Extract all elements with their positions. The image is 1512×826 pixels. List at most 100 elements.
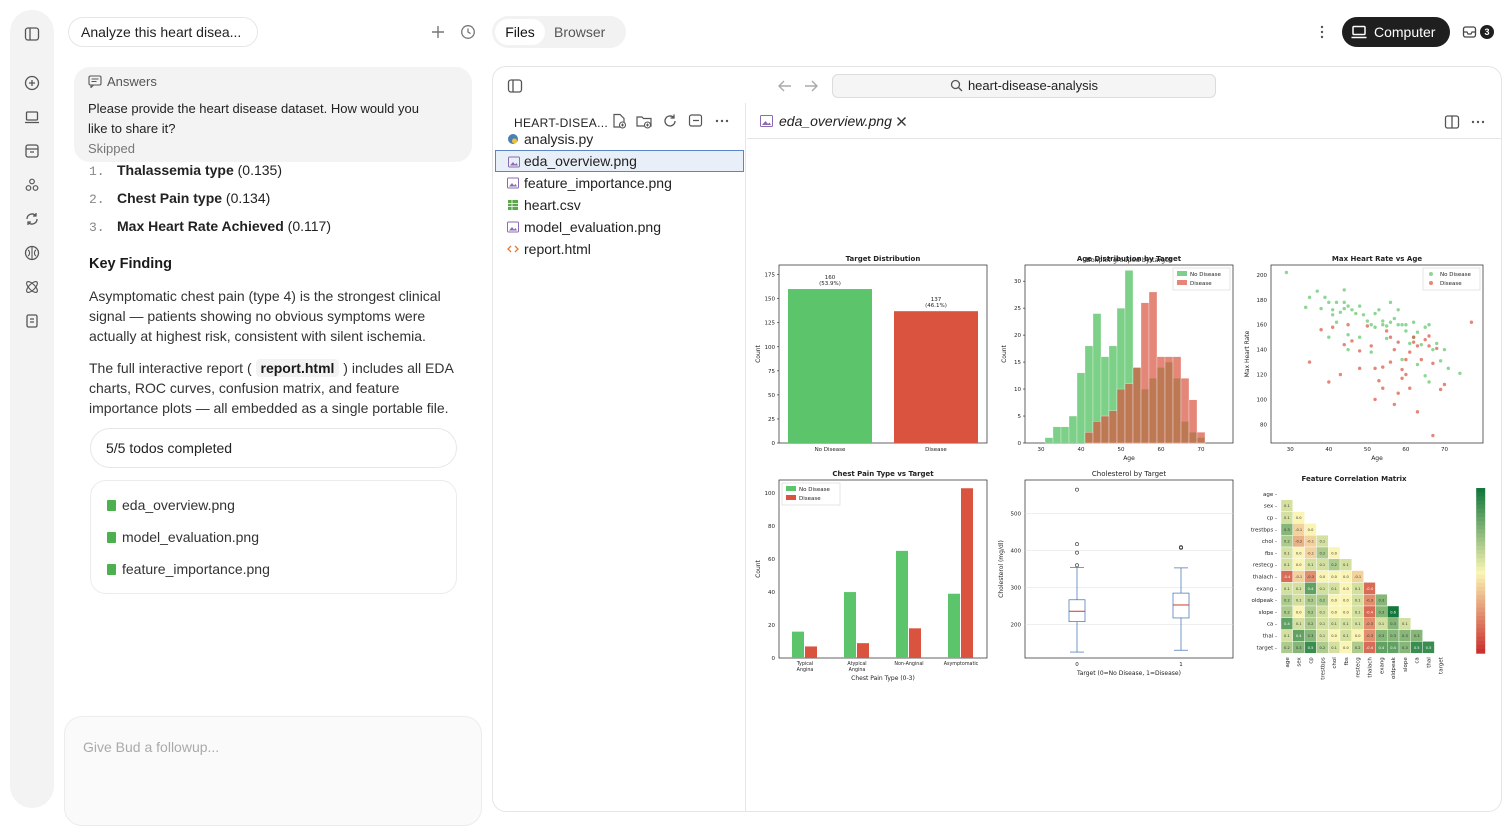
cell-label: 0.2 [1331, 563, 1337, 567]
cell-label: 0.1 [1402, 622, 1408, 626]
tick-label: sex - [1264, 504, 1277, 510]
computer-icon[interactable] [23, 108, 41, 126]
cell-label: 0.0 [1296, 551, 1302, 555]
colorbar-segment [1476, 549, 1486, 555]
colorbar-segment [1476, 496, 1486, 501]
histogram-bar [1084, 345, 1094, 444]
tree-item[interactable]: report.html [495, 238, 744, 260]
cell-label: 0.0 [1343, 575, 1349, 579]
cell-label: -0.1 [1354, 575, 1361, 579]
list-item-value: (0.117) [287, 218, 331, 234]
new-chat-icon[interactable] [23, 74, 41, 92]
tree-item[interactable]: eda_overview.png [495, 150, 744, 172]
address-bar[interactable]: heart-disease-analysis [832, 74, 1216, 98]
tick-label: 20 [1014, 333, 1021, 339]
cell-label: 0.3 [1296, 646, 1302, 650]
histogram-bar [1092, 421, 1102, 444]
tree-item[interactable]: heart.csv [495, 194, 744, 216]
histogram-bar [1140, 302, 1150, 444]
tree-item-label: feature_importance.png [524, 175, 672, 191]
tree-item[interactable]: feature_importance.png [495, 172, 744, 194]
atom-icon[interactable] [23, 278, 41, 296]
scatter-point [1419, 342, 1424, 347]
tab-files[interactable]: Files [495, 19, 545, 45]
message-icon [88, 75, 102, 88]
cell-label: 0.3 [1284, 528, 1290, 532]
history-icon[interactable] [459, 23, 477, 41]
scatter-point [1357, 304, 1362, 308]
colorbar-segment [1476, 582, 1486, 588]
outlier [1075, 487, 1079, 492]
tree-item[interactable]: analysis.py [495, 128, 744, 150]
file-link-model[interactable]: model_evaluation.png [107, 529, 259, 545]
legend-swatch [786, 495, 796, 500]
cell-label: 0.2 [1308, 622, 1314, 626]
inbox-icon[interactable] [1461, 23, 1479, 41]
forward-arrow-icon[interactable] [802, 77, 820, 95]
more-vertical-icon[interactable] [1313, 23, 1331, 41]
scatter-point [1423, 337, 1427, 342]
composer[interactable]: Give Bud a followup... [64, 716, 482, 826]
back-arrow-icon[interactable] [776, 77, 794, 95]
bar [857, 643, 869, 658]
file-link-feature[interactable]: feature_importance.png [107, 561, 270, 577]
inbox-icon[interactable] [23, 142, 41, 160]
panel-toggle-icon[interactable] [506, 77, 524, 95]
notebook-icon[interactable] [23, 312, 41, 330]
chart-title: Chest Pain Type vs Target [832, 470, 934, 478]
scatter-point [1431, 347, 1435, 352]
colorbar-segment [1476, 595, 1486, 601]
chat-title[interactable]: Analyze this heart disea... [68, 17, 258, 47]
scatter-point [1404, 323, 1408, 327]
csv-icon [508, 200, 518, 210]
axis-label: Count [755, 559, 762, 577]
tab-browser[interactable]: Browser [554, 19, 605, 45]
more-horizontal-icon[interactable] [1469, 113, 1487, 131]
split-view-icon[interactable] [1443, 113, 1461, 131]
scatter-point [1396, 323, 1400, 327]
scatter-point [1327, 335, 1331, 339]
list-item-name: Max Heart Rate Achieved [117, 218, 284, 234]
plus-icon[interactable] [429, 23, 447, 41]
editor-tab[interactable]: eda_overview.png [747, 103, 915, 139]
cell-label: 0.1 [1331, 587, 1337, 591]
cell-label: 0.1 [1308, 563, 1314, 567]
brain-icon[interactable] [23, 244, 41, 262]
file-explorer: HEART-DISEA... analysis.py eda_overview.p… [493, 103, 746, 811]
cell-label: 0.1 [1343, 622, 1349, 626]
cell-label: 0.0 [1296, 610, 1302, 614]
cell-label: 0.0 [1296, 563, 1302, 567]
scatter-point [1307, 360, 1312, 364]
shapes-icon[interactable] [23, 176, 41, 194]
scatter-point [1303, 305, 1308, 310]
close-icon[interactable] [896, 116, 907, 127]
axis-label: Cholesterol (mg/dl) [998, 540, 1005, 598]
cell-label: 0.0 [1343, 646, 1349, 650]
todos-summary[interactable]: 5/5 todos completed [90, 428, 457, 468]
scatter-point [1469, 320, 1474, 324]
colorbar-segment [1476, 504, 1486, 510]
cell-label: 0.3 [1414, 634, 1420, 638]
cell-label: 0.3 [1402, 634, 1408, 638]
composer-input[interactable]: Give Bud a followup... [83, 739, 219, 755]
tree-item[interactable]: model_evaluation.png [495, 216, 744, 238]
cell-label: -0.1 [1307, 551, 1314, 555]
histogram-bar [1156, 356, 1166, 444]
sidebar-toggle-icon[interactable] [23, 25, 41, 43]
computer-button[interactable]: Computer [1342, 17, 1450, 47]
loop-icon[interactable] [23, 210, 41, 228]
outlier [1075, 542, 1079, 547]
colorbar-segment [1476, 512, 1486, 518]
scatter-point [1319, 306, 1323, 311]
scatter-point [1411, 340, 1416, 344]
colorbar-segment [1476, 578, 1486, 584]
colorbar-segment [1476, 570, 1486, 576]
file-link-eda[interactable]: eda_overview.png [107, 497, 235, 513]
cell-label: -0.3 [1366, 634, 1373, 638]
list-item-value: (0.135) [237, 162, 282, 178]
scatter-point [1357, 366, 1362, 371]
view-tabs: Files Browser [492, 16, 626, 48]
scatter-point [1342, 342, 1346, 347]
cell-label: 0.2 [1319, 599, 1325, 603]
tick-label: Angina [849, 667, 866, 673]
